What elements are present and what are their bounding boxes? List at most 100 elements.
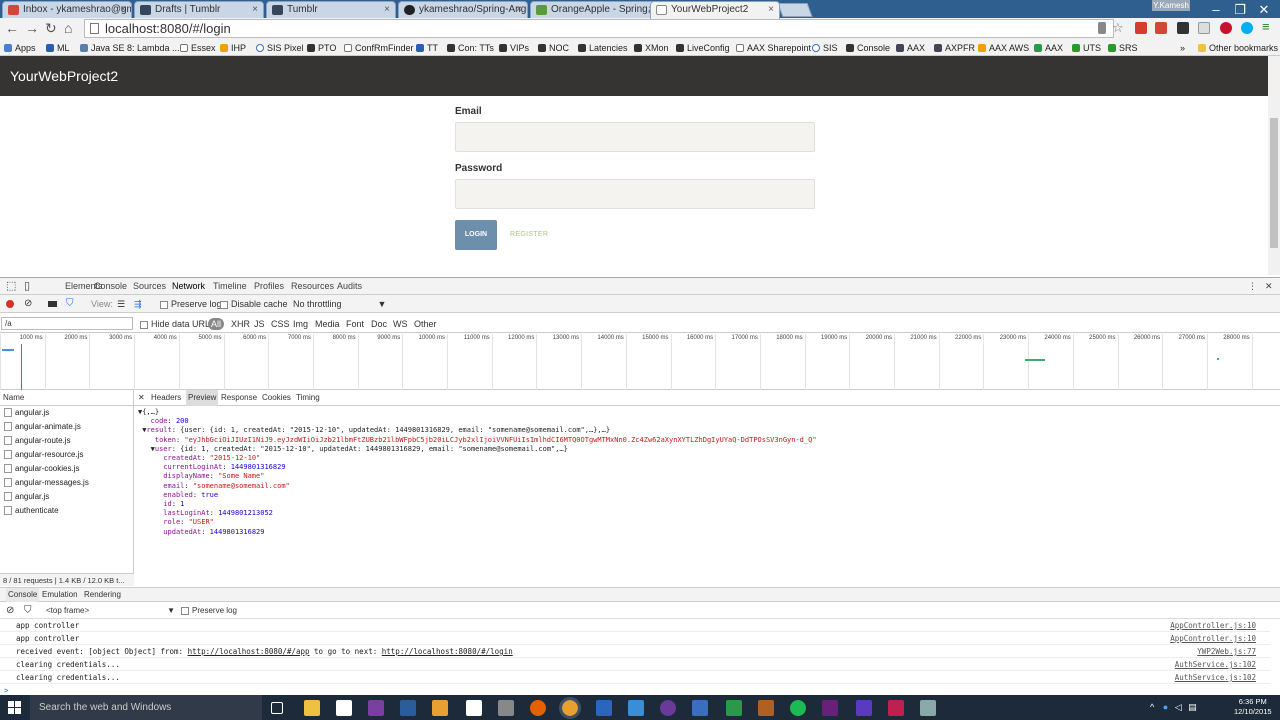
app-icon[interactable] (400, 700, 416, 716)
clock[interactable]: 6:36 PM 12/10/2015 (1234, 697, 1272, 717)
bookmark-latencies[interactable]: Latencies (578, 40, 628, 56)
windows-start-icon[interactable] (8, 701, 21, 714)
request-row[interactable]: angular.js (0, 406, 133, 420)
task-view-icon[interactable] (271, 702, 283, 714)
tab-audits[interactable]: Audits (337, 278, 362, 295)
skype-icon[interactable] (1241, 22, 1253, 34)
tab-console-drawer[interactable]: Console (6, 588, 40, 602)
virtualbox-icon[interactable] (498, 700, 514, 716)
sublime-icon[interactable] (432, 700, 448, 716)
browser-tab-gmail[interactable]: Inbox - ykameshrao@gma × (2, 1, 132, 18)
clear-console-icon[interactable]: ⊘ (6, 602, 14, 619)
request-row[interactable]: angular-resource.js (0, 448, 133, 462)
star-icon[interactable]: ☆ (1112, 20, 1124, 35)
close-devtools-icon[interactable]: ✕ (1265, 278, 1273, 295)
bookmark-sis-pixel[interactable]: SIS Pixel (256, 40, 304, 56)
visual-studio-icon[interactable] (822, 700, 838, 716)
bookmarks-overflow[interactable]: » (1180, 40, 1185, 56)
filter-js[interactable]: JS (254, 315, 265, 333)
tab-sources[interactable]: Sources (133, 278, 166, 295)
app-icon[interactable] (920, 700, 936, 716)
device-mode-icon[interactable]: ▯ (24, 278, 30, 295)
network-overview[interactable]: 1000 ms 2000 ms 3000 ms 4000 ms 5000 ms 6000 … (0, 334, 1280, 390)
filter-other[interactable]: Other (414, 315, 437, 333)
tab-cookies[interactable]: Cookies (262, 390, 291, 406)
tab-timing[interactable]: Timing (296, 390, 320, 406)
tab-resources[interactable]: Resources (291, 278, 334, 295)
close-tab-icon[interactable]: × (252, 2, 258, 17)
json-root[interactable]: ▼{,…} (138, 408, 159, 416)
login-button[interactable]: LOGIN (455, 220, 497, 250)
onenote-icon[interactable] (368, 700, 384, 716)
bookmark-sis[interactable]: SIS (812, 40, 838, 56)
filter-all[interactable]: All (208, 318, 225, 330)
close-tab-icon[interactable]: × (516, 2, 522, 17)
restore-icon[interactable]: ❐ (1228, 2, 1252, 18)
app-icon[interactable] (726, 700, 742, 716)
ublock-icon[interactable] (1220, 22, 1232, 34)
filter-font[interactable]: Font (346, 315, 364, 333)
tab-console[interactable]: Console (94, 278, 127, 295)
extension-icon[interactable] (1135, 22, 1147, 34)
browser-tab-tumblr-drafts[interactable]: Drafts | Tumblr × (134, 1, 264, 18)
email-field[interactable] (455, 122, 815, 152)
file-explorer-icon[interactable] (304, 700, 320, 716)
frame-select[interactable]: <top frame> ▼ (46, 602, 175, 619)
tab-headers[interactable]: Headers (151, 390, 181, 406)
browser-tab-github[interactable]: ykameshrao/Spring-Angu × (398, 1, 528, 18)
request-row[interactable]: angular.js (0, 490, 133, 504)
browser-tab-active[interactable]: YourWebProject2 × (650, 1, 780, 19)
page-scrollbar[interactable] (1268, 56, 1280, 275)
filter-input[interactable]: /a (1, 317, 133, 330)
cast-icon[interactable] (1198, 22, 1210, 34)
tab-rendering[interactable]: Rendering (84, 588, 121, 602)
scrollbar-thumb[interactable] (1270, 118, 1278, 248)
forward-icon[interactable]: → (25, 20, 39, 36)
gmail-icon[interactable] (1155, 22, 1167, 34)
menu-icon[interactable]: ≡ (1262, 19, 1274, 34)
request-row[interactable]: angular-route.js (0, 434, 133, 448)
extension-icon[interactable] (1177, 22, 1189, 34)
filter-icon[interactable]: ⛉ (66, 295, 74, 313)
app-title[interactable]: YourWebProject2 (10, 68, 118, 84)
bookmark-xmon[interactable]: XMon (634, 40, 669, 56)
name-column-header[interactable]: Name (0, 390, 133, 406)
bookmark-console[interactable]: Console (846, 40, 890, 56)
preserve-log-checkbox[interactable]: Preserve log (160, 295, 222, 313)
request-row[interactable]: angular-animate.js (0, 420, 133, 434)
tab-network[interactable]: Network (172, 278, 205, 295)
profile-chip[interactable]: Y.Kamesh (1152, 0, 1190, 11)
other-bookmarks[interactable]: Other bookmarks (1198, 40, 1278, 56)
filter-img[interactable]: Img (293, 315, 308, 333)
bookmark-srs[interactable]: SRS (1108, 40, 1138, 56)
bookmark-axpfr[interactable]: AXPFR (934, 40, 975, 56)
close-detail-icon[interactable]: ✕ (138, 390, 145, 406)
reload-icon[interactable]: ↻ (45, 20, 57, 37)
address-bar[interactable]: localhost:8080/#/login (84, 19, 1114, 38)
firefox-icon[interactable] (530, 700, 546, 716)
large-rows-icon[interactable]: ☰ (117, 295, 125, 313)
filter-ws[interactable]: WS (393, 315, 408, 333)
store-icon[interactable] (336, 700, 352, 716)
close-tab-icon[interactable]: × (768, 2, 774, 17)
bookmark-aax-aws[interactable]: AAX AWS (978, 40, 1029, 56)
bookmark-aax[interactable]: AAX (896, 40, 925, 56)
hide-data-urls-checkbox[interactable]: Hide data URLs (140, 315, 215, 333)
filter-media[interactable]: Media (315, 315, 340, 333)
app-icon[interactable] (660, 700, 676, 716)
clear-icon[interactable]: ⊘ (24, 295, 32, 313)
app-icon[interactable] (758, 700, 774, 716)
minimize-icon[interactable]: – (1204, 2, 1228, 17)
console-source-link[interactable]: AppController.js:10 (1170, 619, 1256, 632)
notepad-icon[interactable] (466, 700, 482, 716)
tab-emulation[interactable]: Emulation (42, 588, 78, 602)
console-url-link[interactable]: http://localhost:8080/#/app (188, 647, 310, 656)
tab-timeline[interactable]: Timeline (213, 278, 247, 295)
disable-cache-checkbox[interactable]: Disable cache (220, 295, 288, 313)
bookmark-confrmfinder[interactable]: ConfRmFinder (344, 40, 414, 56)
close-tab-icon[interactable]: × (120, 2, 126, 17)
notifications-icon[interactable]: ▤ (1188, 702, 1197, 712)
console-url-link[interactable]: http://localhost:8080/#/login (382, 647, 513, 656)
intellij-icon[interactable] (888, 700, 904, 716)
powershell-icon[interactable] (596, 700, 612, 716)
